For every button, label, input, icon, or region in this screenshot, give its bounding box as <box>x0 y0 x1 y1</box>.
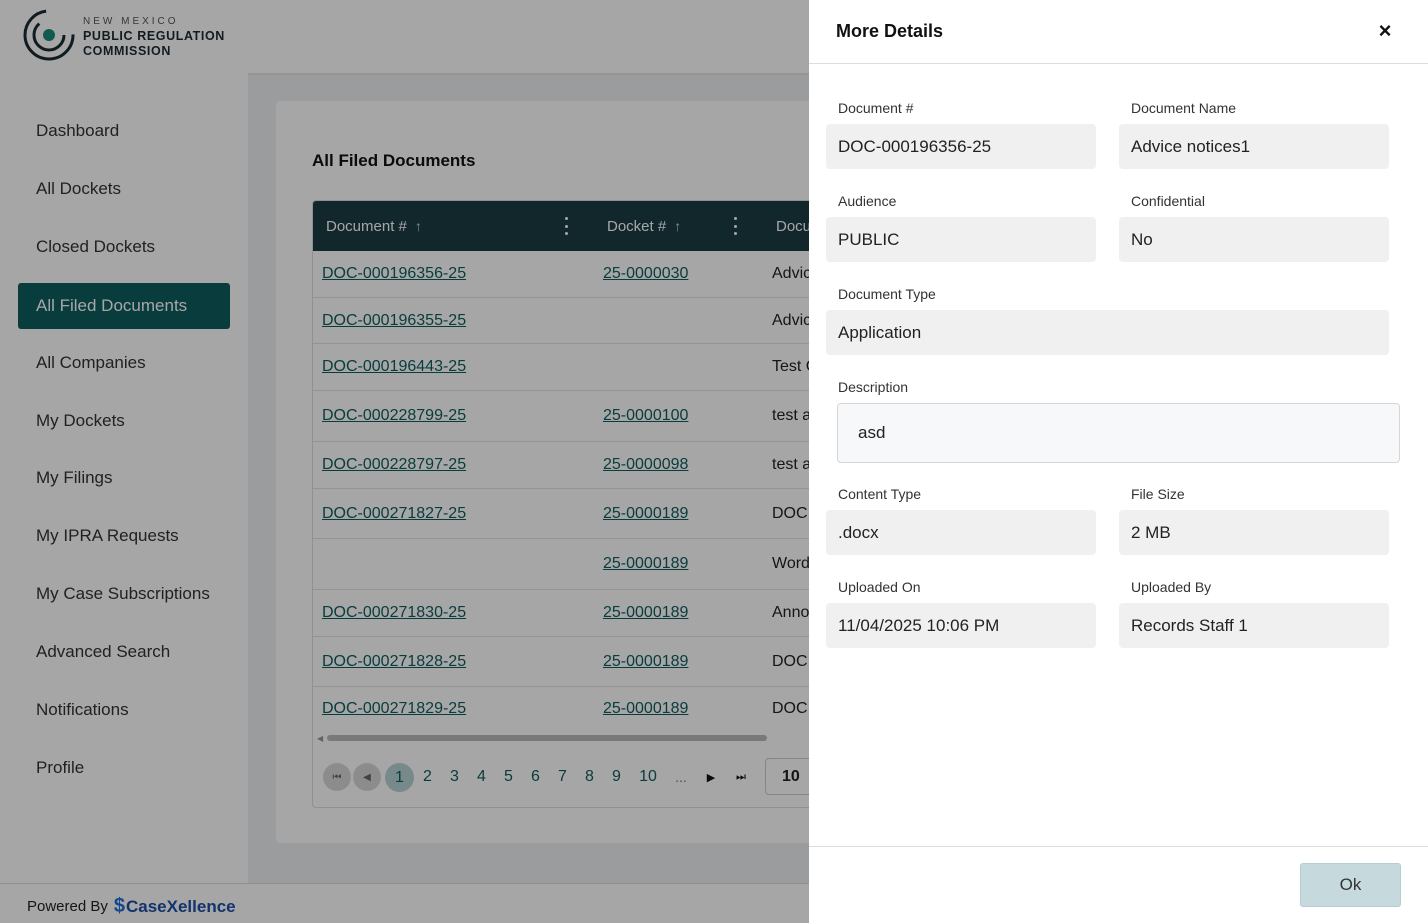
more-details-panel: More Details × Document # DOC-000196356-… <box>809 0 1428 923</box>
uploaded-by-field: Records Staff 1 <box>1119 603 1389 648</box>
audience-field: PUBLIC <box>826 217 1096 262</box>
audience-label: Audience <box>838 193 897 209</box>
description-label: Description <box>838 379 909 395</box>
document-name-field: Advice notices1 <box>1119 124 1389 169</box>
uploaded-on-label: Uploaded On <box>838 579 921 595</box>
content-type-field: .docx <box>826 510 1096 555</box>
file-size-field: 2 MB <box>1119 510 1389 555</box>
document-name-label: Document Name <box>1131 100 1237 116</box>
document-type-field: Application <box>826 310 1389 355</box>
description-field: asd <box>837 403 1400 463</box>
panel-title: More Details <box>836 21 944 41</box>
file-size-label: File Size <box>1131 486 1185 502</box>
document-number-field: DOC-000196356-25 <box>826 124 1096 169</box>
content-type-label: Content Type <box>838 486 922 502</box>
confidential-label: Confidential <box>1131 193 1205 209</box>
ok-button[interactable]: Ok <box>1300 863 1401 907</box>
document-type-label: Document Type <box>838 286 936 302</box>
confidential-field: No <box>1119 217 1389 262</box>
uploaded-by-label: Uploaded By <box>1131 579 1212 595</box>
close-icon[interactable]: × <box>1374 18 1396 43</box>
panel-footer: Ok <box>809 846 1428 923</box>
document-number-label: Document # <box>838 100 914 116</box>
panel-header: More Details × <box>809 0 1428 64</box>
uploaded-on-field: 11/04/2025 10:06 PM <box>826 603 1096 648</box>
